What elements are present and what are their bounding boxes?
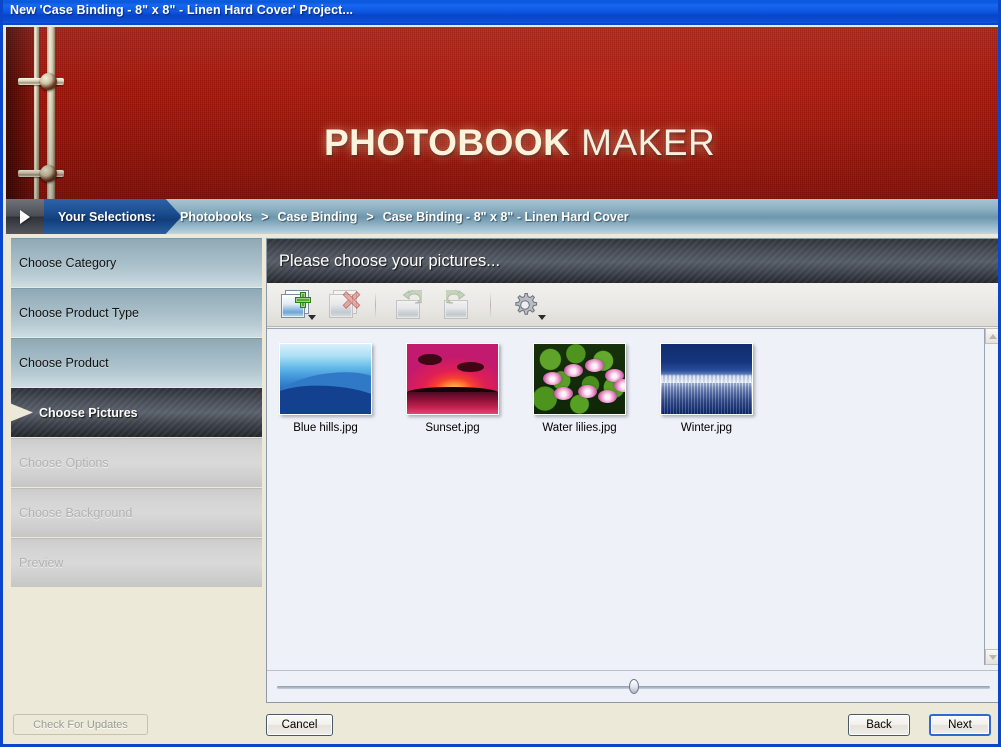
back-button[interactable]: Back bbox=[848, 714, 910, 736]
sidebar-item-preview: Preview bbox=[11, 538, 262, 587]
list-item[interactable]: Blue hills.jpg bbox=[279, 343, 372, 434]
breadcrumb-label: Your Selections: bbox=[44, 199, 182, 234]
thumbnail-caption: Blue hills.jpg bbox=[293, 422, 358, 434]
breadcrumb-item-current[interactable]: Case Binding - 8" x 8" - Linen Hard Cove… bbox=[383, 210, 629, 224]
sidebar-item-choose-product-type[interactable]: Choose Product Type bbox=[11, 288, 262, 337]
sidebar-item-choose-product[interactable]: Choose Product bbox=[11, 338, 262, 387]
breadcrumb-item-case-binding[interactable]: Case Binding bbox=[278, 210, 358, 224]
scroll-down-button[interactable] bbox=[985, 649, 998, 665]
vertical-scrollbar[interactable] bbox=[984, 328, 998, 665]
brand-title-thin: MAKER bbox=[570, 122, 716, 163]
breadcrumb-label-text: Your Selections: bbox=[58, 209, 156, 224]
thumbnail-image[interactable] bbox=[406, 343, 499, 415]
brand-title-bold: PHOTOBOOK bbox=[324, 122, 571, 163]
rotate-left-icon bbox=[395, 289, 425, 320]
sidebar-item-choose-background: Choose Background bbox=[11, 488, 262, 537]
page-title: Please choose your pictures... bbox=[279, 251, 501, 270]
sidebar-item-label: Choose Product bbox=[19, 356, 109, 370]
chevron-up-icon bbox=[988, 333, 997, 339]
thumbnail-caption: Winter.jpg bbox=[680, 422, 733, 434]
sidebar-item-label: Choose Options bbox=[19, 456, 109, 470]
add-pictures-button[interactable] bbox=[275, 286, 316, 324]
remove-pictures-button[interactable] bbox=[323, 286, 363, 324]
pictures-toolbar bbox=[267, 283, 998, 327]
thumbnail-size-row bbox=[267, 670, 998, 702]
list-item[interactable]: Winter.jpg bbox=[660, 343, 753, 434]
thumbnail-caption: Water lilies.jpg bbox=[542, 422, 617, 434]
title-bar: New 'Case Binding - 8" x 8" - Linen Hard… bbox=[3, 0, 998, 25]
thumbnail-image[interactable] bbox=[279, 343, 372, 415]
binding-ring-bottom bbox=[18, 165, 64, 182]
list-item[interactable]: Sunset.jpg bbox=[406, 343, 499, 434]
pictures-panel: Please choose your pictures... Blue hill… bbox=[266, 238, 998, 703]
sidebar-item-choose-options: Choose Options bbox=[11, 438, 262, 487]
breadcrumb: Your Selections: Photobooks > Case Bindi… bbox=[6, 199, 998, 234]
gear-icon bbox=[510, 290, 540, 320]
scroll-up-button[interactable] bbox=[985, 328, 998, 344]
chevron-down-icon bbox=[988, 654, 997, 660]
panel-header: Please choose your pictures... bbox=[267, 239, 998, 283]
binding-ring-top bbox=[18, 73, 64, 90]
red-x-icon bbox=[328, 290, 358, 320]
thumbnail-image[interactable] bbox=[533, 343, 626, 415]
breadcrumb-separator-2: > bbox=[366, 209, 374, 224]
slider-handle[interactable] bbox=[628, 678, 639, 694]
banner-sheen bbox=[6, 27, 998, 199]
sidebar-item-label: Choose Pictures bbox=[39, 405, 138, 420]
app-banner: PHOTOBOOK MAKER bbox=[6, 27, 998, 199]
wizard-step-list: Choose Category Choose Product Type Choo… bbox=[11, 238, 262, 588]
toolbar-separator-1 bbox=[375, 291, 376, 318]
breadcrumb-home-button[interactable] bbox=[6, 199, 44, 234]
settings-button[interactable] bbox=[505, 286, 546, 324]
rotate-left-button[interactable] bbox=[390, 286, 430, 324]
wizard-sidebar: Choose Category Choose Product Type Choo… bbox=[6, 234, 262, 711]
breadcrumb-path: Photobooks > Case Binding > Case Binding… bbox=[180, 199, 629, 234]
sidebar-item-label: Preview bbox=[19, 556, 64, 570]
sidebar-item-choose-pictures[interactable]: Choose Pictures bbox=[11, 388, 262, 437]
thumbnail-caption: Sunset.jpg bbox=[425, 422, 480, 434]
chevron-down-icon[interactable] bbox=[538, 314, 546, 320]
rotate-right-button[interactable] bbox=[438, 286, 478, 324]
cancel-button[interactable]: Cancel bbox=[266, 714, 333, 736]
brand-title: PHOTOBOOK MAKER bbox=[324, 122, 715, 164]
sidebar-item-choose-category[interactable]: Choose Category bbox=[11, 238, 262, 287]
play-triangle-icon bbox=[20, 209, 30, 224]
sidebar-item-label: Choose Background bbox=[19, 506, 133, 520]
pictures-list[interactable]: Blue hills.jpg Sunset.jpg Water lilies.j… bbox=[267, 328, 984, 665]
thumbnail-grid: Blue hills.jpg Sunset.jpg Water lilies.j… bbox=[279, 343, 978, 434]
list-item[interactable]: Water lilies.jpg bbox=[533, 343, 626, 434]
rotate-right-icon bbox=[443, 289, 473, 320]
thumbnail-size-slider[interactable] bbox=[277, 678, 990, 696]
chevron-down-icon[interactable] bbox=[308, 314, 316, 320]
check-for-updates-button[interactable]: Check For Updates bbox=[13, 714, 148, 735]
thumbnail-image[interactable] bbox=[660, 343, 753, 415]
next-button[interactable]: Next bbox=[929, 714, 991, 736]
window-title: New 'Case Binding - 8" x 8" - Linen Hard… bbox=[10, 3, 354, 17]
sidebar-item-label: Choose Product Type bbox=[19, 306, 139, 320]
breadcrumb-separator-1: > bbox=[261, 209, 269, 224]
breadcrumb-item-photobooks[interactable]: Photobooks bbox=[180, 210, 252, 224]
sidebar-item-label: Choose Category bbox=[19, 256, 117, 270]
toolbar-separator-2 bbox=[490, 291, 491, 318]
add-picture-icon bbox=[280, 289, 311, 320]
photobook-maker-window: New 'Case Binding - 8" x 8" - Linen Hard… bbox=[0, 0, 1001, 747]
